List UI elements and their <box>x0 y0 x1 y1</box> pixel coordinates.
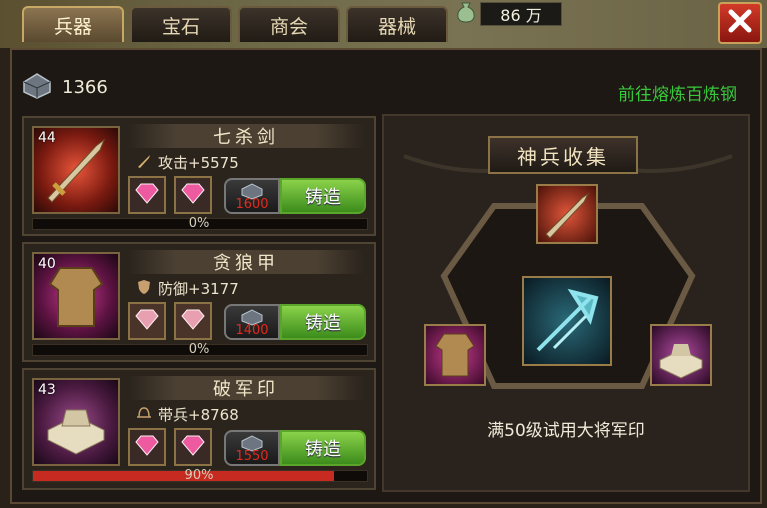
helmet-icon <box>136 405 152 425</box>
item-name: 贪狼甲 <box>128 250 364 274</box>
gem-slot[interactable] <box>174 176 212 214</box>
sword-icon <box>136 153 152 173</box>
forge-cost-value: 1400 <box>235 323 269 338</box>
gem-slot[interactable] <box>174 428 212 466</box>
item-thumb-seal[interactable]: 43 <box>32 378 120 466</box>
collect-slot-center[interactable] <box>522 276 612 366</box>
close-button[interactable] <box>718 2 762 44</box>
gem-slot[interactable] <box>128 302 166 340</box>
close-icon <box>727 8 753 38</box>
collection-panel: 神兵收集 满50级试用大将军印 <box>382 114 750 492</box>
forge-button[interactable]: 铸造 <box>280 178 366 214</box>
progress-text: 0% <box>188 216 210 231</box>
pink-gem-icon <box>134 308 160 334</box>
currency-value: 86 万 <box>480 2 562 26</box>
seal-image-icon <box>659 344 703 379</box>
pink-gem-icon <box>180 434 206 460</box>
pink-gem-icon <box>134 434 160 460</box>
tab-weapons[interactable]: 兵器 <box>22 6 124 42</box>
forge-button[interactable]: 铸造 <box>280 304 366 340</box>
item-card-sword: 44 七杀剑 攻击+5575 1600 铸造 0% <box>22 116 376 236</box>
item-stat: 攻击+5575 <box>136 152 239 173</box>
money-bag-icon <box>456 1 476 27</box>
item-stat: 防御+3177 <box>136 278 239 299</box>
tab-guild[interactable]: 商会 <box>238 6 340 42</box>
tab-machinery[interactable]: 器械 <box>346 6 448 42</box>
collect-slot-sword[interactable] <box>536 184 598 244</box>
forge-cost-value: 1600 <box>235 197 269 212</box>
tab-bar: 兵器 宝石 商会 器械 <box>22 6 448 44</box>
gem-slot[interactable] <box>128 176 166 214</box>
pink-gem-icon <box>180 308 206 334</box>
collection-description: 满50级试用大将军印 <box>487 421 645 441</box>
item-stat: 带兵+8768 <box>136 404 239 425</box>
pink-gem-icon <box>134 182 160 208</box>
progress-text: 0% <box>188 342 210 357</box>
forge-cost: 1400 <box>224 304 280 340</box>
item-level: 43 <box>38 382 56 398</box>
goto-smelt-link[interactable]: 前往熔炼百炼钢 <box>618 80 737 105</box>
steel-count: 1366 <box>62 76 108 98</box>
item-stat-text: 防御+3177 <box>158 280 239 298</box>
tab-gems[interactable]: 宝石 <box>130 6 232 42</box>
forge-cost: 1550 <box>224 430 280 466</box>
sword-image-icon <box>545 192 590 239</box>
item-card-armor: 40 贪狼甲 防御+3177 1400 铸造 0% <box>22 242 376 362</box>
collection-title: 神兵收集 <box>488 136 638 174</box>
currency-display: 86 万 <box>456 2 562 26</box>
forge-cost-value: 1550 <box>235 449 269 464</box>
shield-icon <box>136 279 152 299</box>
gem-slot[interactable] <box>174 302 212 340</box>
item-level: 44 <box>38 130 56 146</box>
collect-slot-seal[interactable] <box>650 324 712 386</box>
forge-cost: 1600 <box>224 178 280 214</box>
pink-gem-icon <box>180 182 206 208</box>
collect-slot-armor[interactable] <box>424 324 486 386</box>
item-stat-text: 带兵+8768 <box>158 406 239 424</box>
armor-image-icon <box>435 333 475 377</box>
item-name: 破军印 <box>128 376 364 400</box>
item-card-seal: 43 破军印 带兵+8768 1550 铸造 90% <box>22 368 376 490</box>
progress-text: 90% <box>184 468 214 483</box>
item-stat-text: 攻击+5575 <box>158 154 239 172</box>
item-name: 七杀剑 <box>128 124 364 148</box>
gem-slot[interactable] <box>128 428 166 466</box>
halberd-image-icon <box>536 288 599 352</box>
forge-button[interactable]: 铸造 <box>280 430 366 466</box>
steel-ingot-icon <box>20 70 54 104</box>
item-level: 40 <box>38 256 56 272</box>
item-thumb-sword[interactable]: 44 <box>32 126 120 214</box>
item-thumb-armor[interactable]: 40 <box>32 252 120 340</box>
